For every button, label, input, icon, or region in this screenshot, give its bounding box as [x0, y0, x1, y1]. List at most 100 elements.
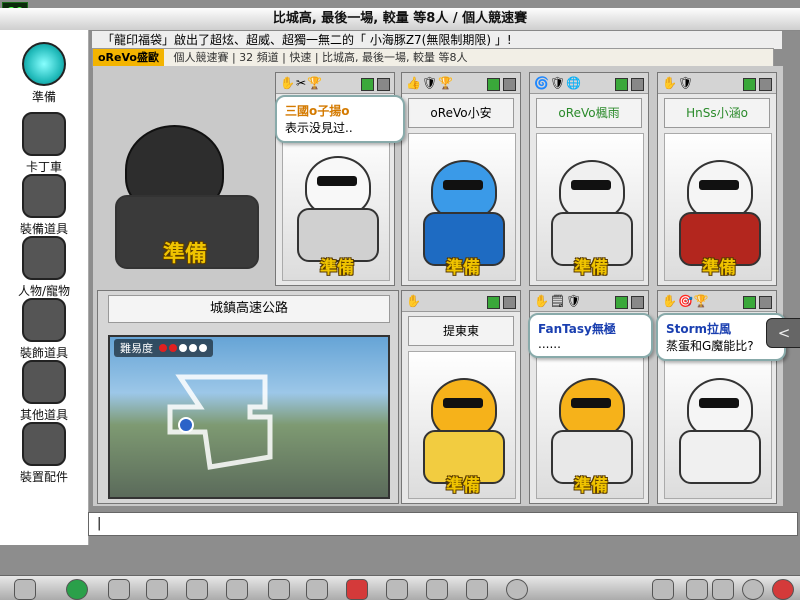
announcement-ticker: 「龍印福袋」啟出了超炫、超威、超獨一無二的「 小海豚Z7(無限制期限) 」! [92, 31, 782, 49]
chat-bubble: FanTasy無極 ...... [528, 313, 653, 358]
player-slot-3[interactable]: 🌀🛡🌐 oReVo楓雨 準備 [529, 72, 649, 286]
menu-label: 準備 [31, 90, 56, 104]
room-info-text: 個人競速賽 | 32 頻道 | 快速 | 比城高, 最後一場, 較量 等8人 [173, 51, 468, 64]
add-friend-button[interactable] [615, 78, 628, 91]
track-preview-image: 難易度 [108, 335, 390, 499]
chat-input[interactable]: | [88, 512, 798, 536]
player-character [559, 378, 625, 438]
close-icon[interactable] [377, 78, 390, 91]
player-slot-2[interactable]: 👍🛡🏆 oReVo小安 準備 [401, 72, 521, 286]
host-avatar: 準備 [100, 95, 270, 280]
add-friend-button[interactable] [361, 78, 374, 91]
ready-label: 準備 [702, 258, 736, 278]
add-friend-button[interactable] [615, 296, 628, 309]
ball-icon[interactable] [268, 579, 290, 600]
goggles-icon [571, 398, 611, 408]
room-title-bar: 比城高, 最後一場, 較量 等8人 / 個人競速賽 [0, 8, 800, 31]
player-stage: 準備 [408, 133, 516, 281]
menu-decoration[interactable]: 裝飾道具 [4, 298, 84, 361]
player-name: 提東東 [408, 316, 514, 346]
ready-label: 準備 [446, 476, 480, 496]
ready-label: 準備 [446, 258, 480, 278]
goggles-icon [699, 180, 739, 190]
gear-icon[interactable] [186, 579, 208, 600]
power-icon[interactable] [772, 579, 794, 600]
player-character [687, 160, 753, 220]
slot-badges: ✋🎯🏆 [658, 291, 776, 312]
player-slot-4[interactable]: ✋🛡 HnSs小涵o 準備 [657, 72, 777, 286]
player-character [559, 160, 625, 220]
add-friend-button[interactable] [743, 296, 756, 309]
shop-cart-icon[interactable] [108, 579, 130, 600]
box-icon [22, 360, 66, 404]
ready-label: 準備 [320, 258, 354, 278]
host-name-label: oReVo盛歐 [93, 49, 164, 67]
close-icon[interactable] [759, 296, 772, 309]
player-stage: 準備 [536, 133, 644, 281]
pen-icon[interactable] [686, 579, 708, 600]
menu-other-items[interactable]: 其他道具 [4, 360, 84, 423]
search-icon[interactable] [742, 579, 764, 600]
menu-character-pet[interactable]: 人物/寵物 [4, 236, 84, 299]
menu-kart[interactable]: 卡丁車 [4, 112, 84, 175]
slot-badges: ✋ [402, 291, 520, 312]
player-stage: 準備 [664, 133, 772, 281]
globe-icon[interactable] [506, 579, 528, 600]
ready-label: 準備 [574, 476, 608, 496]
gear-icon [22, 422, 66, 466]
settings-icon[interactable] [712, 579, 734, 600]
menu-device-parts[interactable]: 裝置配件 [4, 422, 84, 485]
slot-badges: 🌀🛡🌐 [530, 73, 648, 94]
slot-badges: ✋✂🏆 [276, 73, 394, 94]
player-character [687, 378, 753, 438]
player-character [431, 160, 497, 220]
heart-icon[interactable] [346, 579, 368, 600]
bubble-message: ...... [538, 337, 561, 351]
goggles-icon [571, 180, 611, 190]
close-icon[interactable] [759, 78, 772, 91]
character-icon[interactable] [146, 579, 168, 600]
character-icon [22, 236, 66, 280]
close-icon[interactable] [503, 296, 516, 309]
goggles-icon [699, 398, 739, 408]
close-icon[interactable] [631, 78, 644, 91]
add-friend-button[interactable] [487, 78, 500, 91]
goggles-icon [22, 174, 66, 218]
player-stage [664, 351, 772, 499]
ready-label: 準備 [162, 242, 207, 267]
back-icon[interactable] [66, 579, 88, 600]
book-icon[interactable] [466, 579, 488, 600]
player-stage: 準備 [408, 351, 516, 499]
track-panel: 城鎮高速公路 難易度 [97, 290, 399, 504]
menu-ready[interactable]: 準備 [4, 42, 84, 105]
close-icon[interactable] [631, 296, 644, 309]
player-stage: 準備 [282, 129, 390, 281]
balloon-icon[interactable] [306, 579, 328, 600]
side-panel-toggle[interactable]: < [766, 318, 800, 348]
bubble-sender: 三國o子揚o [285, 104, 350, 118]
logo-icon[interactable] [14, 579, 36, 600]
menu-label: 卡丁車 [25, 160, 62, 174]
flame-icon [22, 298, 66, 342]
menu-equipment[interactable]: 裝備道具 [4, 174, 84, 237]
add-friend-button[interactable] [487, 296, 500, 309]
close-icon[interactable] [503, 78, 516, 91]
track-select-button[interactable]: 城鎮高速公路 [108, 295, 390, 323]
player-slot-5[interactable]: ✋ 提東東 準備 [401, 290, 521, 504]
track-map-icon [167, 374, 273, 470]
notes-icon[interactable] [652, 579, 674, 600]
slot-badges: 👍🛡🏆 [402, 73, 520, 94]
add-friend-button[interactable] [743, 78, 756, 91]
tools-icon[interactable] [386, 579, 408, 600]
slot-badges: ✋🗒🛡 [530, 291, 648, 312]
bubble-message: 蒸蛋和G魔能比? [666, 339, 754, 353]
goggles-icon [443, 398, 483, 408]
player-character [431, 378, 497, 438]
menu-label: 裝飾道具 [19, 346, 68, 360]
goggles-icon [443, 180, 483, 190]
player-character [305, 156, 371, 216]
quest-icon[interactable] [426, 579, 448, 600]
gift-icon[interactable] [226, 579, 248, 600]
menu-label: 其他道具 [19, 408, 68, 422]
pause-icon [22, 42, 66, 86]
